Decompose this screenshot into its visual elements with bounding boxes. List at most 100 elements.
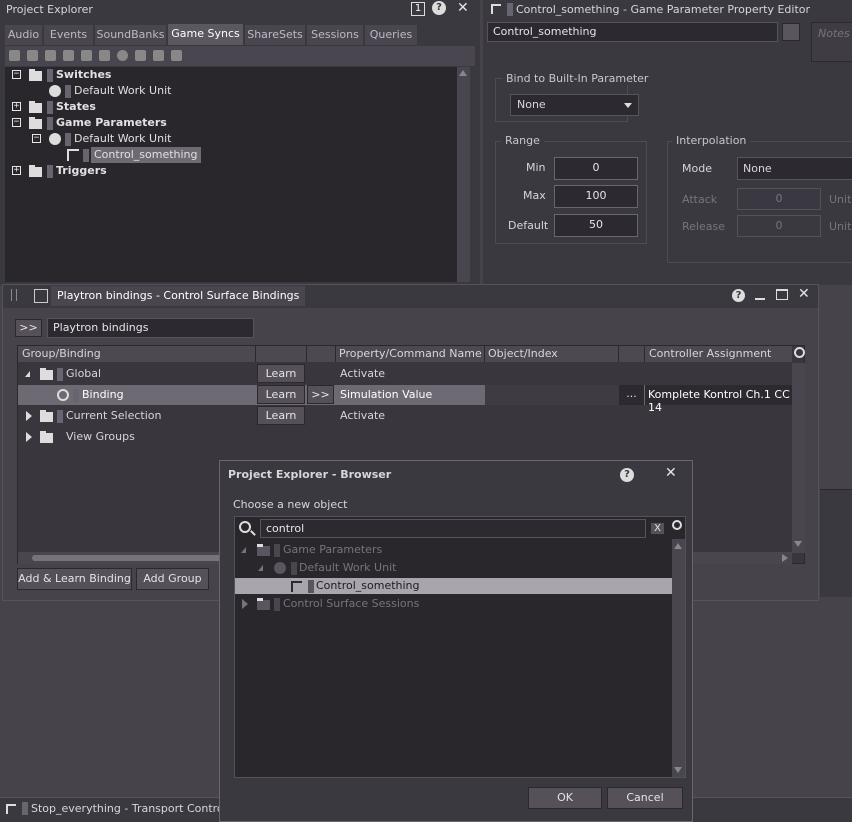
mode-dropdown[interactable]: None [737,157,852,180]
tab-sharesets[interactable]: ShareSets [245,25,306,45]
table-row-selected[interactable]: Binding Learn >> Simulation Value ... Ko… [18,385,792,414]
scroll-up-icon[interactable] [459,70,467,76]
bindings-name-field[interactable]: Playtron bindings [47,318,254,338]
expand-triangle-icon[interactable] [26,411,32,421]
table-row[interactable]: View Groups [18,427,792,447]
learn-button[interactable]: Learn [257,364,305,383]
tree-item-game-parameters-default-work-unit[interactable]: − Default Work Unit [5,131,457,147]
browser-tree-item-default-work-unit[interactable]: Default Work Unit [235,560,672,576]
collapse-triangle-icon[interactable] [241,547,246,553]
tree-item-game-parameters[interactable]: − Game Parameters [5,115,457,131]
tree-scrollbar[interactable] [457,67,470,282]
max-field[interactable]: 100 [554,185,638,208]
release-field[interactable]: 0 [737,215,821,237]
tab-audio[interactable]: Audio [5,25,43,45]
collapse-icon[interactable]: − [32,134,41,143]
object-name-field[interactable]: Control_something [487,22,778,42]
expand-icon[interactable]: + [12,166,21,175]
default-field[interactable]: 50 [554,214,638,237]
browser-tree-item-control-something[interactable]: Control_something [235,578,672,594]
clear-search-button[interactable]: X [650,522,665,535]
collapse-triangle-icon[interactable] [258,565,263,571]
scroll-up-icon[interactable] [674,543,682,549]
expand-triangle-icon[interactable] [26,432,32,442]
column-header-property[interactable]: Property/Command Name [339,347,482,360]
tree-item-states[interactable]: + States [5,99,457,115]
new-work-unit-icon[interactable] [45,50,56,61]
new-folder-icon[interactable] [27,50,38,61]
pin-icon[interactable] [782,23,800,41]
column-header-object-index[interactable]: Object/Index [488,347,558,360]
close-icon[interactable]: ✕ [665,465,677,481]
object-index-cell[interactable] [485,385,619,405]
tab-sessions[interactable]: Sessions [307,25,364,45]
new-trigger-icon[interactable] [135,50,146,61]
window-number-badge[interactable]: 1 [411,2,425,16]
tab-soundbanks[interactable]: SoundBanks [95,25,167,45]
column-header-group-binding[interactable]: Group/Binding [22,347,101,360]
table-row[interactable]: Global Learn Activate [18,364,792,384]
new-state-icon[interactable] [63,50,74,61]
attack-field[interactable]: 0 [737,188,821,210]
help-icon[interactable]: ? [620,468,634,482]
expand-triangle-icon[interactable] [242,599,248,609]
min-field[interactable]: 0 [554,157,638,180]
link-icon [57,389,69,401]
collapse-triangle-icon[interactable] [25,371,30,377]
minimize-icon[interactable] [755,298,765,300]
close-icon[interactable]: ✕ [457,0,469,16]
browser-scrollbar[interactable] [672,539,685,777]
new-switch-icon[interactable] [81,50,92,61]
search-input[interactable]: control [260,519,646,538]
tab-events[interactable]: Events [44,25,94,45]
collapse-icon[interactable]: − [12,118,21,127]
folder-icon [29,101,42,113]
table-row[interactable]: Current Selection Learn Activate [18,406,792,426]
tree-item-label: Default Work Unit [74,132,172,145]
notes-field[interactable]: Notes [811,22,852,62]
drag-handle-icon[interactable] [11,289,17,301]
browser-tree-item-game-parameters[interactable]: Game Parameters [235,542,672,558]
tree-item-triggers[interactable]: + Triggers [5,163,457,179]
new-rtpc-icon[interactable] [153,50,164,61]
add-group-button[interactable]: Add Group [136,568,209,590]
new-game-parameter-icon[interactable] [9,50,20,61]
learn-button[interactable]: Learn [257,406,305,425]
browser-tree-item-control-surface-sessions[interactable]: Control Surface Sessions [235,596,672,612]
tree-item-label: Control_something [91,147,201,163]
new-argument-icon[interactable] [171,50,182,61]
scroll-thumb[interactable] [32,555,222,561]
add-learn-binding-button[interactable]: Add & Learn Binding [17,568,132,590]
tab-queries[interactable]: Queries [365,25,418,45]
new-switch-group-icon[interactable] [99,50,110,61]
browse-button[interactable]: ... [619,385,644,405]
close-icon[interactable]: ✕ [798,286,810,302]
expand-button[interactable]: >> [15,319,42,337]
search-options-icon[interactable] [672,520,682,530]
folder-icon [257,598,270,610]
scroll-right-icon[interactable] [782,554,788,562]
expand-icon[interactable]: + [12,102,21,111]
target-picker-button[interactable]: >> [307,385,334,404]
help-icon[interactable]: ? [732,289,745,302]
tab-game-syncs[interactable]: Game Syncs [168,24,244,45]
tree-item-control-something[interactable]: Control_something [5,147,457,163]
new-state-group-icon[interactable] [117,50,128,61]
bind-dropdown[interactable]: None [510,94,639,116]
tree-item-switches-default-work-unit[interactable]: Default Work Unit [5,83,457,99]
scroll-down-icon[interactable] [674,767,682,773]
table-vertical-scrollbar[interactable] [792,363,805,553]
collapse-icon[interactable]: − [12,70,21,79]
controller-cell[interactable]: Komplete Kontrol Ch.1 CC 14 [645,385,792,414]
scroll-down-icon[interactable] [794,541,802,547]
folder-icon [257,544,270,556]
help-icon[interactable]: ? [432,1,446,15]
maximize-icon[interactable] [776,289,788,300]
learn-button[interactable]: Learn [257,385,305,404]
work-unit-icon [49,133,61,145]
tree-item-switches[interactable]: − Switches [5,67,457,83]
cancel-button[interactable]: Cancel [607,787,683,809]
column-header-controller[interactable]: Controller Assignment [649,347,771,360]
ok-button[interactable]: OK [528,787,602,809]
search-icon[interactable] [794,347,805,358]
